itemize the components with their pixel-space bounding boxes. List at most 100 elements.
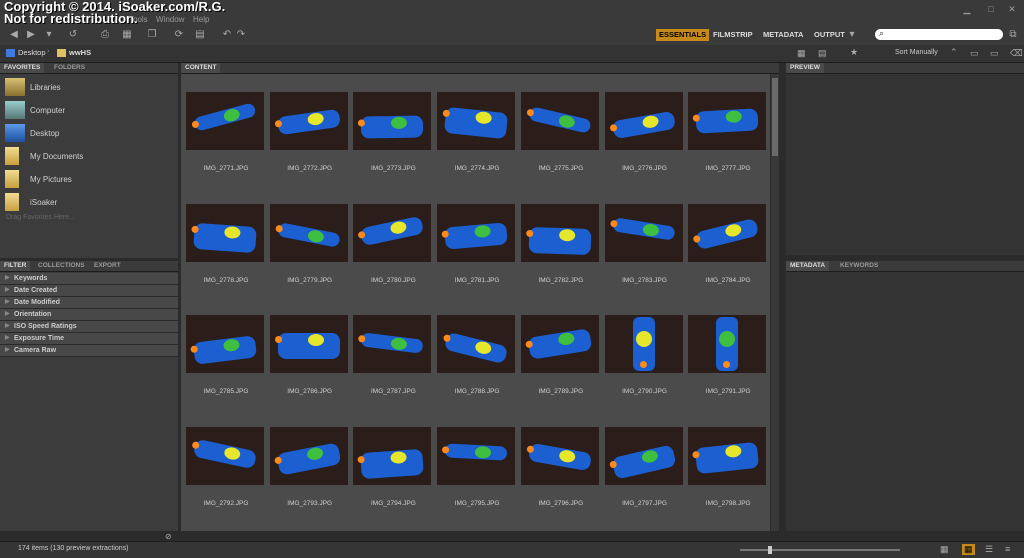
computer-icon — [5, 101, 25, 119]
tab-export[interactable]: EXPORT — [90, 261, 125, 271]
toy-tank — [390, 450, 408, 464]
chevron-down-icon[interactable]: ▾ — [845, 29, 859, 41]
thumbnail[interactable]: IMG_2782.JPG — [519, 203, 599, 296]
back-icon[interactable]: ◀ — [7, 29, 21, 41]
favorite-my-pictures[interactable]: My Pictures — [5, 170, 175, 190]
thumbnail[interactable]: IMG_2777.JPG — [686, 92, 767, 184]
thumbnail[interactable]: IMG_2792.JPG — [184, 426, 264, 519]
filter-date-modified[interactable]: ▶ Date Modified — [0, 297, 178, 309]
boomerang-icon[interactable]: ↺ — [66, 29, 80, 41]
open-recent-icon[interactable]: ▭ — [970, 48, 979, 59]
thumbnail[interactable]: IMG_2794.JPG — [351, 426, 432, 519]
forward-icon[interactable]: ▶ — [24, 29, 38, 41]
rotate-left-icon[interactable]: ↶ — [220, 29, 234, 41]
thumbnail[interactable]: IMG_2771.JPG — [184, 92, 264, 184]
thumbnail[interactable]: IMG_2796.JPG — [519, 426, 599, 519]
thumbnail[interactable]: IMG_2783.JPG — [603, 203, 683, 296]
copy-icon[interactable]: ❐ — [145, 29, 159, 41]
workspace-metadata[interactable]: METADATA — [760, 29, 806, 41]
thumbnail[interactable]: IMG_2797.JPG — [603, 426, 683, 519]
filter-keywords[interactable]: ▶ Keywords — [0, 273, 178, 285]
thumbnail-view-icon[interactable]: ▦ — [962, 544, 975, 555]
tab-metadata[interactable]: METADATA — [786, 261, 830, 271]
menu-tools[interactable]: Tools — [129, 15, 148, 24]
thumbnail[interactable]: IMG_2776.JPG — [603, 92, 683, 184]
filter-camera-raw[interactable]: ▶ Camera Raw — [0, 345, 178, 357]
toy-nozzle — [524, 340, 533, 349]
thumbnail[interactable]: IMG_2774.JPG — [435, 92, 516, 184]
grid-view-icon[interactable]: ▦ — [940, 544, 949, 555]
thumbnail[interactable]: IMG_2787.JPG — [351, 315, 432, 407]
menu-window[interactable]: Window — [156, 15, 184, 24]
thumbnail[interactable]: IMG_2789.JPG — [519, 315, 599, 407]
favorite-isoaker[interactable]: iSoaker — [5, 193, 175, 213]
tab-content[interactable]: CONTENT — [181, 63, 221, 73]
thumbnail[interactable]: IMG_2786.JPG — [268, 315, 348, 407]
refine-icon[interactable]: ▦ — [120, 29, 134, 41]
thumbnail[interactable]: IMG_2798.JPG — [686, 426, 767, 519]
menu-help[interactable]: Help — [193, 15, 209, 24]
thumbnail[interactable]: IMG_2784.JPG — [686, 203, 767, 296]
tab-preview[interactable]: PREVIEW — [786, 63, 824, 73]
filter-orientation[interactable]: ▶ Orientation — [0, 309, 178, 321]
list-view-icon[interactable]: ≡ — [1005, 544, 1010, 554]
filter-date-created[interactable]: ▶ Date Created — [0, 285, 178, 297]
tab-folders[interactable]: FOLDERS — [50, 63, 89, 73]
filter-iso-speed[interactable]: ▶ ISO Speed Ratings — [0, 321, 178, 333]
tab-collections[interactable]: COLLECTIONS — [34, 261, 89, 271]
folder-icon — [57, 49, 66, 57]
search-input[interactable] — [875, 29, 1003, 40]
thumbnail-size-slider[interactable] — [740, 546, 900, 554]
filter-exposure-time[interactable]: ▶ Exposure Time — [0, 333, 178, 345]
thumbnail[interactable]: IMG_2788.JPG — [435, 315, 516, 407]
camera-icon[interactable]: ⎙ — [98, 29, 112, 41]
thumbnail-quality-icon[interactable]: ▦ — [797, 48, 806, 59]
star-icon[interactable]: ★ — [850, 47, 858, 58]
thumbnail[interactable]: IMG_2791.JPG — [686, 315, 767, 407]
thumbnail[interactable]: IMG_2790.JPG — [603, 315, 683, 407]
workspace-filmstrip[interactable]: FILMSTRIP — [710, 29, 756, 41]
thumbnail[interactable]: IMG_2793.JPG — [268, 426, 348, 519]
thumbnail[interactable]: IMG_2781.JPG — [435, 203, 516, 296]
open-icon[interactable]: ▤ — [193, 29, 207, 41]
favorite-libraries[interactable]: Libraries — [5, 78, 175, 98]
breadcrumb-wwhs[interactable]: wwHS — [69, 48, 91, 57]
favorites-panel: FAVORITES FOLDERS Libraries Computer Des… — [0, 63, 178, 258]
thumbnail[interactable]: IMG_2773.JPG — [351, 92, 432, 184]
view-options-icon[interactable]: ▤ — [818, 48, 827, 59]
sync-icon[interactable]: ⟳ — [172, 29, 186, 41]
thumbnail[interactable]: IMG_2772.JPG — [268, 92, 348, 184]
tab-keywords[interactable]: KEYWORDS — [836, 261, 882, 271]
workspace-output[interactable]: OUTPUT — [811, 29, 848, 41]
details-view-icon[interactable]: ☰ — [985, 544, 993, 555]
chevron-down-icon[interactable]: ▾ — [42, 29, 56, 41]
rotate-right-icon[interactable]: ↷ — [234, 29, 248, 41]
favorite-desktop[interactable]: Desktop — [5, 124, 175, 144]
minimize-icon[interactable]: ▁ — [961, 4, 973, 14]
delete-icon[interactable]: ⌫ — [1010, 48, 1023, 59]
close-icon[interactable]: ✕ — [1006, 4, 1018, 14]
thumbnail[interactable]: IMG_2775.JPG — [519, 92, 599, 184]
scrollbar-thumb[interactable] — [772, 78, 778, 156]
thumbnail-image — [604, 203, 683, 262]
clear-filter-icon[interactable]: ⊘ — [165, 532, 172, 541]
thumbnail[interactable]: IMG_2780.JPG — [351, 203, 432, 296]
favorite-my-documents[interactable]: My Documents — [5, 147, 175, 167]
thumbnail[interactable]: IMG_2785.JPG — [184, 315, 264, 407]
tab-filter[interactable]: FILTER — [0, 261, 31, 271]
sort-dropdown[interactable]: Sort Manually — [895, 49, 938, 56]
slider-thumb[interactable] — [768, 546, 772, 554]
new-folder-icon[interactable]: ▭ — [990, 48, 999, 59]
maximize-icon[interactable]: □ — [985, 4, 997, 14]
thumbnail[interactable]: IMG_2779.JPG — [268, 203, 348, 296]
breadcrumb-desktop[interactable]: Desktop — [18, 48, 46, 57]
sort-direction-icon[interactable]: ⌃ — [950, 47, 958, 58]
thumbnail[interactable]: IMG_2778.JPG — [184, 203, 264, 296]
compact-mode-icon[interactable]: ⧉ — [1006, 29, 1020, 41]
favorite-computer[interactable]: Computer — [5, 101, 175, 121]
thumbnail-filename: IMG_2775.JPG — [538, 165, 584, 172]
thumbnail[interactable]: IMG_2795.JPG — [435, 426, 516, 519]
content-scrollbar[interactable] — [771, 74, 779, 531]
tab-favorites[interactable]: FAVORITES — [0, 63, 45, 73]
workspace-essentials[interactable]: ESSENTIALS — [656, 29, 710, 41]
